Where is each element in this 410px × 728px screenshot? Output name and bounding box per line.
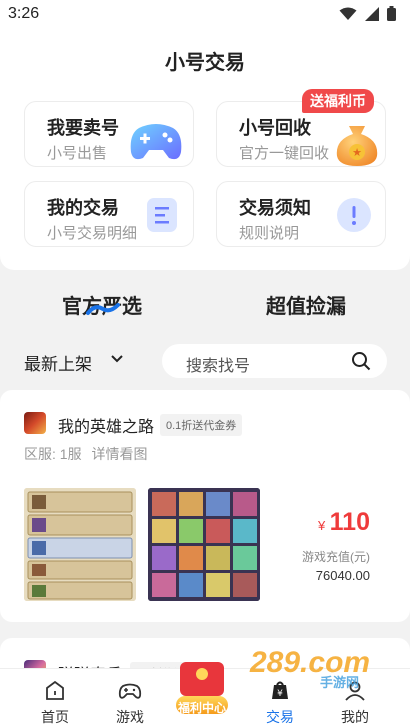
- listing-card[interactable]: 我的英雄之路 0.1折送代金券 区服: 1服 详情看图 ¥ 110 游戏充值(元…: [0, 390, 410, 622]
- screenshot-thumbnail[interactable]: [24, 488, 136, 601]
- card-title: 交易须知: [239, 198, 311, 218]
- nav-label: 福利中心: [177, 701, 226, 715]
- svg-text:¥: ¥: [277, 689, 283, 699]
- status-icons: [339, 6, 396, 21]
- list-icon: [147, 198, 177, 232]
- watermark-logo: 289.com 手游网: [250, 646, 390, 690]
- search-input[interactable]: 搜索找号: [162, 344, 387, 378]
- server-info: 区服: 1服 详情看图: [24, 444, 147, 464]
- nav-label: 首页: [41, 709, 69, 725]
- nav-label: 游戏: [116, 709, 144, 725]
- nav-welfare-center[interactable]: 福利中心: [170, 656, 234, 720]
- recharge-amount: 76040.00: [315, 568, 370, 583]
- active-tab-indicator: [86, 303, 120, 315]
- nav-label: 我的: [341, 709, 369, 725]
- welfare-coin-ribbon: 送福利币: [302, 89, 374, 113]
- game-controller-icon: [118, 683, 142, 699]
- watermark-sub: 手游网: [320, 675, 360, 690]
- chevron-down-icon[interactable]: [110, 352, 124, 366]
- signal-icon: [365, 6, 379, 21]
- card-title: 小号回收: [239, 118, 311, 138]
- status-bar: 3:26: [0, 0, 410, 30]
- tab-bargain[interactable]: 超值捡漏: [266, 290, 346, 319]
- screenshot-thumbnail[interactable]: [148, 488, 260, 601]
- price-value: 110: [329, 508, 370, 536]
- wifi-icon: [339, 7, 357, 20]
- game-name: 我的英雄之路: [58, 419, 155, 436]
- sell-account-card[interactable]: 我要卖号 小号出售: [24, 101, 194, 167]
- detail-hint: 详情看图: [91, 446, 148, 462]
- game-icon: [24, 412, 46, 434]
- card-title: 我的交易: [47, 198, 119, 218]
- svg-text:★: ★: [352, 146, 362, 159]
- card-subtitle: 小号交易明细: [47, 225, 138, 242]
- screenshot-thumbnail-art: [148, 488, 260, 601]
- discount-tag: 0.1折送代金券: [160, 414, 243, 436]
- screenshot-thumbnail-art: [24, 488, 136, 601]
- recharge-label: 游戏充值(元): [302, 550, 370, 564]
- money-bag-icon: ★: [336, 126, 378, 166]
- nav-label: 交易: [266, 709, 294, 725]
- search-placeholder: 搜索找号: [186, 358, 251, 375]
- nav-games[interactable]: 游戏: [95, 669, 165, 728]
- card-subtitle: 官方一键回收: [239, 145, 330, 162]
- card-title: 我要卖号: [47, 118, 119, 138]
- server-label: 区服: 1服: [24, 446, 82, 462]
- battery-icon: [387, 6, 396, 21]
- card-subtitle: 小号出售: [47, 145, 108, 162]
- listing-tabs: 官方严选 超值捡漏: [0, 284, 410, 324]
- sort-dropdown[interactable]: 最新上架: [24, 350, 92, 375]
- search-icon[interactable]: [351, 351, 371, 371]
- price: ¥ 110: [318, 508, 370, 537]
- currency-symbol: ¥: [317, 518, 326, 533]
- gamepad-icon: [130, 124, 182, 160]
- nav-home[interactable]: 首页: [20, 669, 90, 728]
- trade-notice-card[interactable]: 交易须知 规则说明: [216, 181, 386, 247]
- card-subtitle: 规则说明: [239, 225, 300, 242]
- status-time: 3:26: [8, 5, 40, 22]
- page-title: 小号交易: [165, 52, 245, 74]
- my-trades-card[interactable]: 我的交易 小号交易明细: [24, 181, 194, 247]
- filter-row: 最新上架 搜索找号: [0, 340, 410, 380]
- info-icon: [337, 198, 371, 232]
- home-icon: [46, 680, 64, 700]
